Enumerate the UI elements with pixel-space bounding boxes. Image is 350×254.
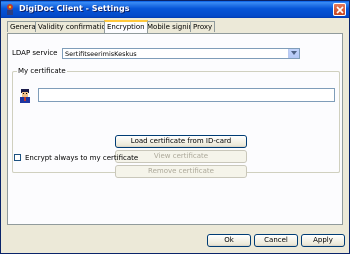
chevron-down-icon [291, 51, 297, 55]
tab-encryption[interactable]: Encryption [104, 20, 148, 33]
close-button[interactable] [333, 3, 346, 16]
tab-proxy[interactable]: Proxy [190, 21, 216, 32]
title-bar[interactable]: DigiDoc Client - Settings [1, 1, 349, 18]
ldap-dropdown-button[interactable] [288, 49, 299, 58]
ok-button[interactable]: Ok [207, 234, 251, 247]
ldap-service-value: SertifitseerimisKeskus [65, 50, 137, 58]
encryption-panel: LDAP service SertifitseerimisKeskus My c… [7, 33, 343, 225]
encrypt-always-checkbox[interactable] [14, 154, 21, 161]
load-certificate-button[interactable]: Load certificate from ID-card [115, 135, 247, 148]
apply-button[interactable]: Apply [301, 234, 345, 247]
certificate-field[interactable] [38, 88, 335, 102]
settings-window: DigiDoc Client - Settings General Validi… [0, 0, 350, 254]
my-certificate-label: My certificate [17, 67, 67, 75]
remove-certificate-button[interactable]: Remove certificate [115, 165, 247, 178]
cancel-button[interactable]: Cancel [254, 234, 298, 247]
window-title: DigiDoc Client - Settings [19, 4, 130, 13]
tab-validity-confirmation[interactable]: Validity confirmation [35, 21, 114, 32]
ldap-service-label: LDAP service [12, 49, 58, 57]
id-card-person-icon [18, 88, 32, 104]
close-icon [336, 6, 344, 14]
digidoc-app-icon [4, 3, 16, 15]
ldap-service-select[interactable]: SertifitseerimisKeskus [62, 48, 300, 59]
encrypt-always-label: Encrypt always to my certificate [25, 154, 139, 162]
